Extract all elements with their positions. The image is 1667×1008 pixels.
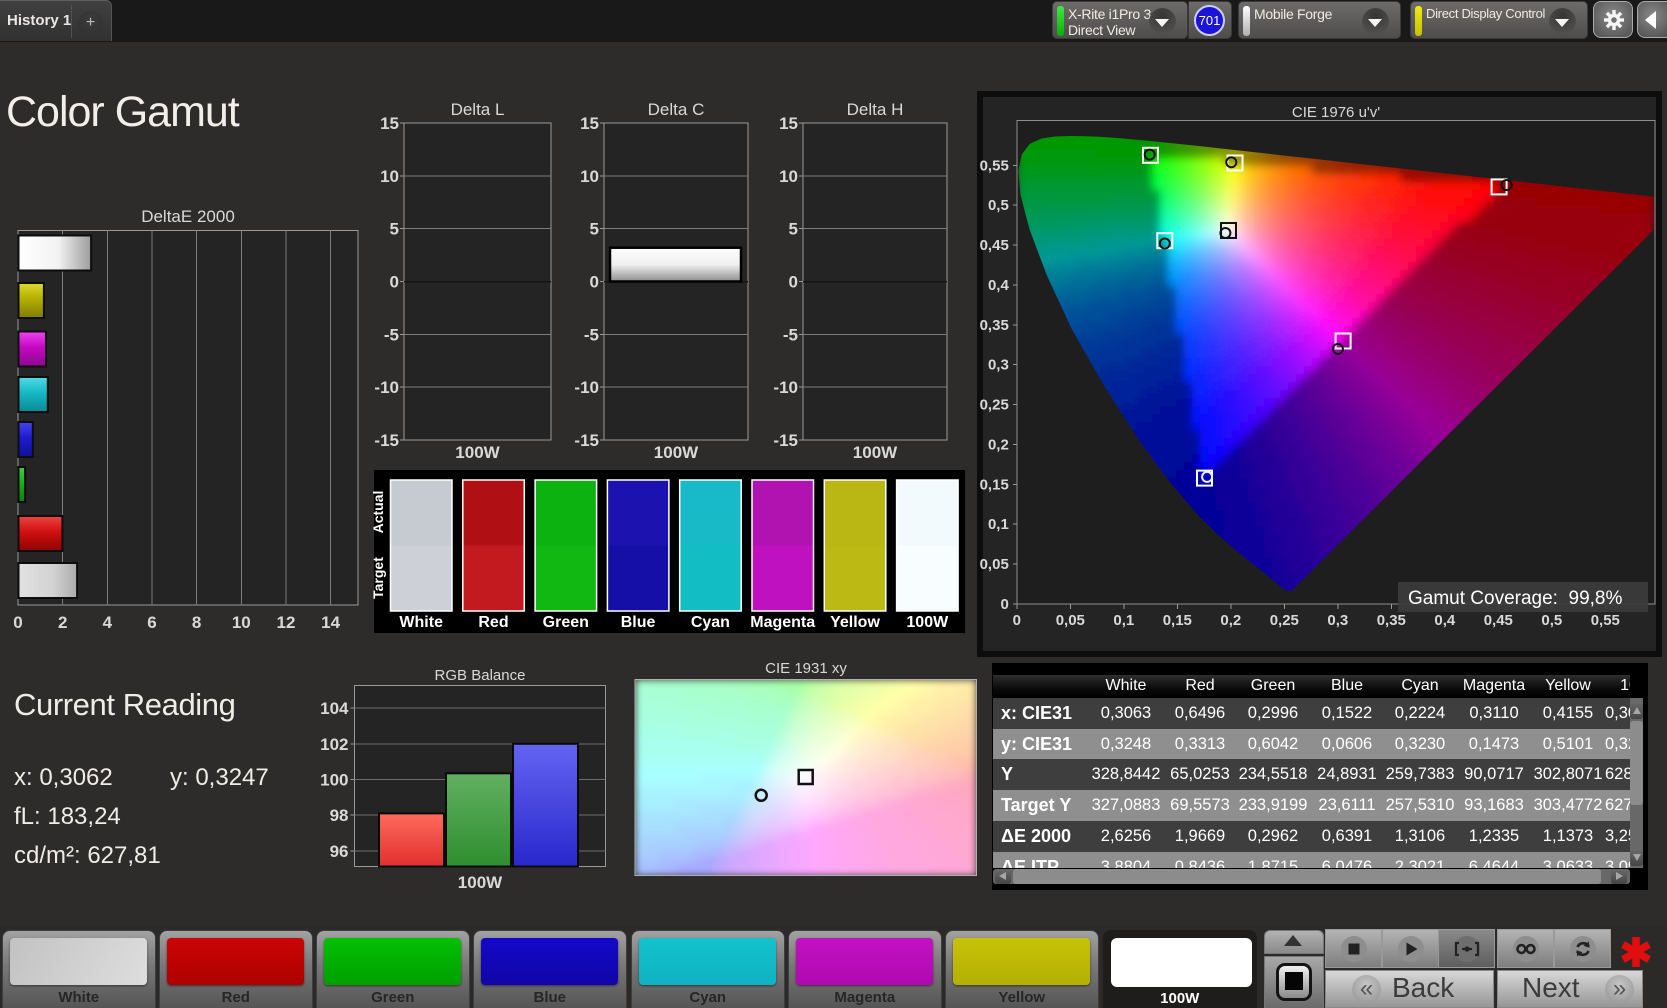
svg-text:0,55: 0,55 [980, 157, 1009, 174]
svg-text:10: 10 [380, 167, 399, 186]
svg-text:White: White [399, 614, 443, 631]
svg-text:2: 2 [58, 613, 67, 632]
svg-text:Yellow: Yellow [830, 614, 880, 631]
svg-text:0,2: 0,2 [988, 437, 1009, 454]
svg-text:-10: -10 [773, 378, 798, 397]
svg-text:0,45: 0,45 [1484, 612, 1513, 629]
svg-text:-5: -5 [783, 325, 798, 344]
svg-text:0,55: 0,55 [1591, 612, 1620, 629]
svg-text:5: 5 [590, 220, 599, 239]
svg-text:-5: -5 [384, 325, 399, 344]
svg-text:0: 0 [1000, 596, 1008, 613]
svg-text:CIE 1976 u'v': CIE 1976 u'v' [1292, 104, 1380, 121]
svg-text:Delta L: Delta L [451, 100, 505, 119]
svg-text:Cyan: Cyan [691, 614, 730, 631]
svg-text:0,1: 0,1 [1113, 612, 1134, 629]
svg-text:Target: Target [370, 557, 386, 599]
svg-text:0,4: 0,4 [988, 277, 1010, 294]
svg-text:0,35: 0,35 [1377, 612, 1406, 629]
svg-text:Gamut Coverage: 99,8%: Gamut Coverage: 99,8% [1408, 588, 1622, 609]
svg-text:10: 10 [232, 613, 251, 632]
svg-text:100W: 100W [455, 443, 500, 462]
svg-text:6: 6 [147, 613, 156, 632]
svg-text:14: 14 [321, 613, 340, 632]
svg-text:-15: -15 [574, 431, 599, 450]
svg-text:0,5: 0,5 [1541, 612, 1562, 629]
svg-text:Green: Green [543, 614, 589, 631]
svg-text:-15: -15 [374, 431, 399, 450]
svg-text:10: 10 [580, 167, 599, 186]
svg-text:100: 100 [320, 771, 348, 790]
svg-text:Magenta: Magenta [750, 614, 815, 631]
svg-text:0,5: 0,5 [988, 197, 1009, 214]
svg-text:15: 15 [380, 114, 399, 133]
svg-text:10: 10 [779, 167, 798, 186]
svg-text:-5: -5 [584, 325, 599, 344]
svg-text:RGB Balance: RGB Balance [435, 667, 526, 684]
svg-text:0,4: 0,4 [1434, 612, 1456, 629]
svg-text:0,05: 0,05 [1056, 612, 1085, 629]
svg-text:0,35: 0,35 [980, 317, 1009, 334]
svg-text:0,15: 0,15 [1163, 612, 1192, 629]
svg-text:0: 0 [1013, 612, 1021, 629]
svg-text:0,25: 0,25 [980, 397, 1009, 414]
svg-text:0: 0 [390, 273, 399, 292]
svg-text:0: 0 [590, 273, 599, 292]
svg-text:4: 4 [103, 613, 113, 632]
svg-text:8: 8 [192, 613, 201, 632]
svg-text:0,05: 0,05 [980, 556, 1009, 573]
svg-text:104: 104 [320, 699, 349, 718]
svg-text:0,1: 0,1 [988, 516, 1009, 533]
svg-text:-10: -10 [374, 378, 399, 397]
svg-text:0,2: 0,2 [1220, 612, 1241, 629]
svg-text:0: 0 [13, 613, 22, 632]
svg-text:15: 15 [580, 114, 599, 133]
svg-text:DeltaE 2000: DeltaE 2000 [141, 207, 235, 226]
svg-text:-15: -15 [773, 431, 798, 450]
svg-text:0,45: 0,45 [980, 237, 1009, 254]
svg-text:-10: -10 [574, 378, 599, 397]
svg-text:100W: 100W [654, 443, 699, 462]
svg-text:100W: 100W [906, 614, 949, 631]
svg-text:Blue: Blue [621, 614, 656, 631]
svg-text:100W: 100W [458, 873, 503, 892]
svg-text:Delta H: Delta H [847, 100, 904, 119]
svg-text:102: 102 [320, 735, 348, 754]
svg-text:5: 5 [390, 220, 399, 239]
svg-text:96: 96 [330, 842, 349, 861]
svg-text:Red: Red [478, 614, 508, 631]
svg-text:0,3: 0,3 [988, 357, 1009, 374]
svg-text:5: 5 [789, 220, 798, 239]
svg-text:12: 12 [277, 613, 296, 632]
svg-text:0,25: 0,25 [1270, 612, 1299, 629]
svg-text:CIE 1931 xy: CIE 1931 xy [765, 660, 847, 677]
svg-text:0: 0 [789, 273, 798, 292]
svg-text:98: 98 [330, 806, 349, 825]
svg-text:15: 15 [779, 114, 798, 133]
svg-text:0,15: 0,15 [980, 476, 1009, 493]
svg-text:Delta C: Delta C [648, 100, 705, 119]
svg-text:100W: 100W [853, 443, 898, 462]
svg-text:0,3: 0,3 [1327, 612, 1348, 629]
svg-text:Actual: Actual [370, 491, 386, 534]
